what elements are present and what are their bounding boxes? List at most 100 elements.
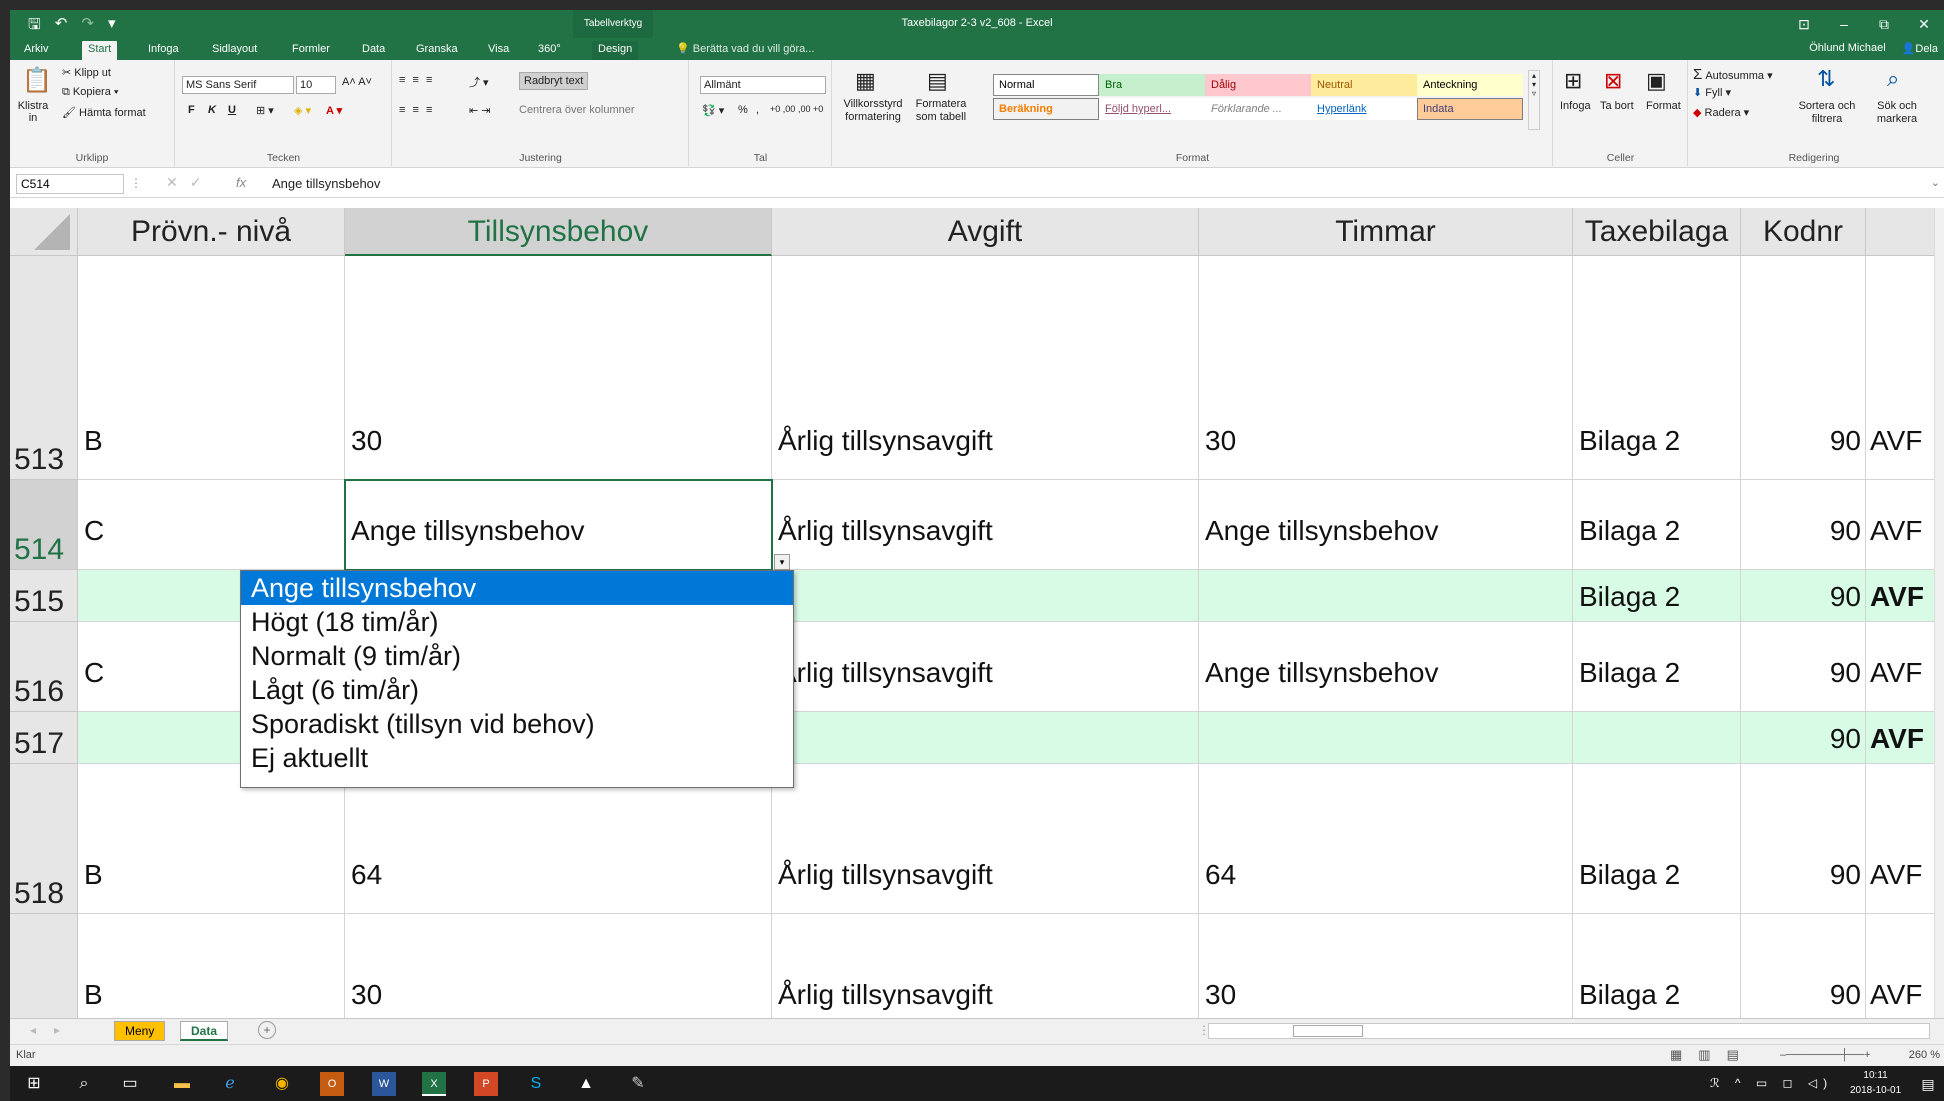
column-header[interactable] — [1866, 208, 1944, 256]
autosum-button[interactable]: Σ Autosumma ▾ — [1693, 66, 1773, 83]
dropdown-option[interactable]: Normalt (9 tim/år) — [241, 639, 793, 673]
table-cell[interactable]: 30 — [345, 256, 772, 480]
tab-granska[interactable]: Granska — [410, 41, 464, 60]
currency-icon[interactable]: 💱 ▾ — [702, 104, 724, 117]
column-header[interactable]: Prövn.- nivå — [78, 208, 345, 256]
delete-cells-button[interactable]: Ta bort — [1600, 100, 1634, 112]
tab-sidlayout[interactable]: Sidlayout — [206, 41, 263, 60]
outlook-icon[interactable]: O — [320, 1072, 344, 1096]
format-cells-button[interactable]: Format — [1646, 100, 1681, 112]
tab-infoga[interactable]: Infoga — [142, 41, 185, 60]
column-header[interactable]: Avgift — [772, 208, 1199, 256]
styles-scroll[interactable]: ▴ ▾ ▿ — [1528, 70, 1540, 130]
table-cell[interactable]: 90 — [1741, 712, 1866, 764]
format-cells-icon[interactable]: ▣ — [1646, 68, 1667, 94]
table-cell[interactable]: Bilaga 2 — [1573, 622, 1741, 712]
tab-start[interactable]: Start — [82, 41, 118, 60]
chrome-icon[interactable]: ◉ — [270, 1072, 294, 1096]
tab-arkiv[interactable]: Arkiv — [18, 41, 54, 60]
table-cell[interactable]: 90 — [1741, 622, 1866, 712]
tab-360[interactable]: 360° — [532, 41, 567, 60]
column-header[interactable]: Timmar — [1199, 208, 1573, 256]
table-cell[interactable]: Årlig tillsynsavgift — [772, 764, 1199, 914]
cut-button[interactable]: ✂ Klipp ut — [62, 66, 111, 79]
fill-color-icon[interactable]: ◈ ▾ — [294, 104, 311, 117]
fill-button[interactable]: ⬇ Fyll ▾ — [1693, 86, 1731, 99]
table-cell[interactable]: AVF — [1866, 914, 1944, 1028]
table-cell[interactable]: Bilaga 2 — [1573, 256, 1741, 480]
table-cell[interactable]: Bilaga 2 — [1573, 764, 1741, 914]
cell-style-5[interactable]: Anteckning — [1417, 74, 1523, 96]
comma-button[interactable]: , — [756, 104, 759, 116]
horizontal-scrollbar[interactable] — [1208, 1023, 1930, 1039]
sheet-nav-arrows[interactable]: ◂▸ — [30, 1023, 78, 1037]
table-cell[interactable]: Bilaga 2 — [1573, 570, 1741, 622]
indent-icons[interactable]: ⇤ ⇥ — [469, 104, 491, 117]
paste-button[interactable]: Klistra in — [16, 100, 50, 124]
table-cell[interactable]: 90 — [1741, 764, 1866, 914]
table-cell[interactable]: Årlig tillsynsavgift — [772, 622, 1199, 712]
validation-dropdown-button[interactable]: ▾ — [774, 554, 790, 570]
table-cell[interactable] — [772, 712, 1199, 764]
delete-cells-icon[interactable]: ⊠ — [1604, 68, 1622, 94]
share-button[interactable]: 👤Dela — [1902, 42, 1938, 55]
excel-icon[interactable]: X — [422, 1072, 446, 1096]
tab-formler[interactable]: Formler — [286, 41, 336, 60]
table-cell[interactable]: 30 — [345, 914, 772, 1028]
font-color-icon[interactable]: A ▾ — [326, 104, 342, 117]
row-header[interactable]: 518 — [10, 764, 78, 914]
scroll-thumb[interactable] — [1293, 1025, 1363, 1037]
tab-data[interactable]: Data — [356, 41, 391, 60]
tab-design[interactable]: Design — [592, 41, 639, 60]
search-icon[interactable]: ⌕ — [72, 1072, 96, 1096]
merge-center-button[interactable]: Centrera över kolumner — [519, 104, 635, 116]
conditional-format-button[interactable]: Villkorsstyrd formatering — [837, 98, 909, 124]
table-cell[interactable]: AVF — [1866, 764, 1944, 914]
table-cell[interactable]: AVF — [1866, 570, 1944, 622]
cell-style-3[interactable]: Dålig — [1205, 74, 1311, 96]
sort-filter-button[interactable]: Sortera och filtrera — [1793, 100, 1861, 126]
format-painter-button[interactable]: 🖌 Hämta format — [62, 106, 146, 119]
minimize-button[interactable]: – — [1824, 10, 1864, 38]
increase-decimal-button[interactable]: +0 ,00 — [770, 104, 795, 114]
user-name[interactable]: Öhlund Michael — [1809, 42, 1885, 55]
table-cell[interactable]: B — [78, 256, 345, 480]
row-header[interactable]: 515 — [10, 570, 78, 622]
table-cell[interactable] — [1573, 712, 1741, 764]
table-cell[interactable]: Årlig tillsynsavgift — [772, 256, 1199, 480]
zoom-level[interactable]: 260 % — [1909, 1049, 1940, 1061]
windows-start-icon[interactable]: ⊞ — [22, 1072, 46, 1096]
table-cell[interactable]: C — [78, 480, 345, 570]
table-cell[interactable] — [772, 570, 1199, 622]
formula-input[interactable]: Ange tillsynsbehov — [272, 176, 380, 191]
paste-icon[interactable]: 📋 — [22, 66, 52, 95]
find-select-button[interactable]: Sök och markera — [1867, 100, 1927, 126]
find-icon[interactable]: ⌕ — [1887, 66, 1899, 92]
row-header[interactable]: 514 — [10, 480, 78, 570]
dropdown-option[interactable]: Ej aktuellt — [241, 741, 793, 775]
tab-visa[interactable]: Visa — [482, 41, 515, 60]
table-cell[interactable]: Årlig tillsynsavgift — [772, 914, 1199, 1028]
cell-style-10[interactable]: Indata — [1417, 98, 1523, 120]
table-cell[interactable]: Ange tillsynsbehov — [1199, 622, 1573, 712]
column-header[interactable]: Kodnr — [1741, 208, 1866, 256]
select-all-corner[interactable] — [10, 208, 78, 256]
column-header[interactable]: Tillsynsbehov — [345, 208, 772, 256]
skype-icon[interactable]: S — [524, 1072, 548, 1096]
sort-filter-icon[interactable]: ⇅ — [1817, 66, 1835, 92]
table-cell[interactable]: 90 — [1741, 570, 1866, 622]
table-cell[interactable]: Bilaga 2 — [1573, 914, 1741, 1028]
table-cell[interactable]: B — [78, 914, 345, 1028]
sheet-tab-meny[interactable]: Meny — [114, 1021, 166, 1041]
close-button[interactable]: ✕ — [1904, 10, 1944, 38]
format-as-table-button[interactable]: Formatera som tabell — [911, 98, 971, 124]
copy-button[interactable]: ⧉ Kopiera ▾ — [62, 86, 119, 99]
table-cell[interactable]: 90 — [1741, 480, 1866, 570]
task-view-icon[interactable]: ▭ — [118, 1072, 142, 1096]
borders-icon[interactable]: ⊞ ▾ — [256, 104, 274, 117]
column-header[interactable]: Taxebilaga — [1573, 208, 1741, 256]
conditional-format-icon[interactable]: ▦ — [855, 68, 876, 94]
horizontal-align-icons[interactable]: ≡ ≡ ≡ — [399, 104, 434, 116]
sheet-tab-data[interactable]: Data — [180, 1021, 229, 1041]
insert-cells-icon[interactable]: ⊞ — [1564, 68, 1582, 94]
